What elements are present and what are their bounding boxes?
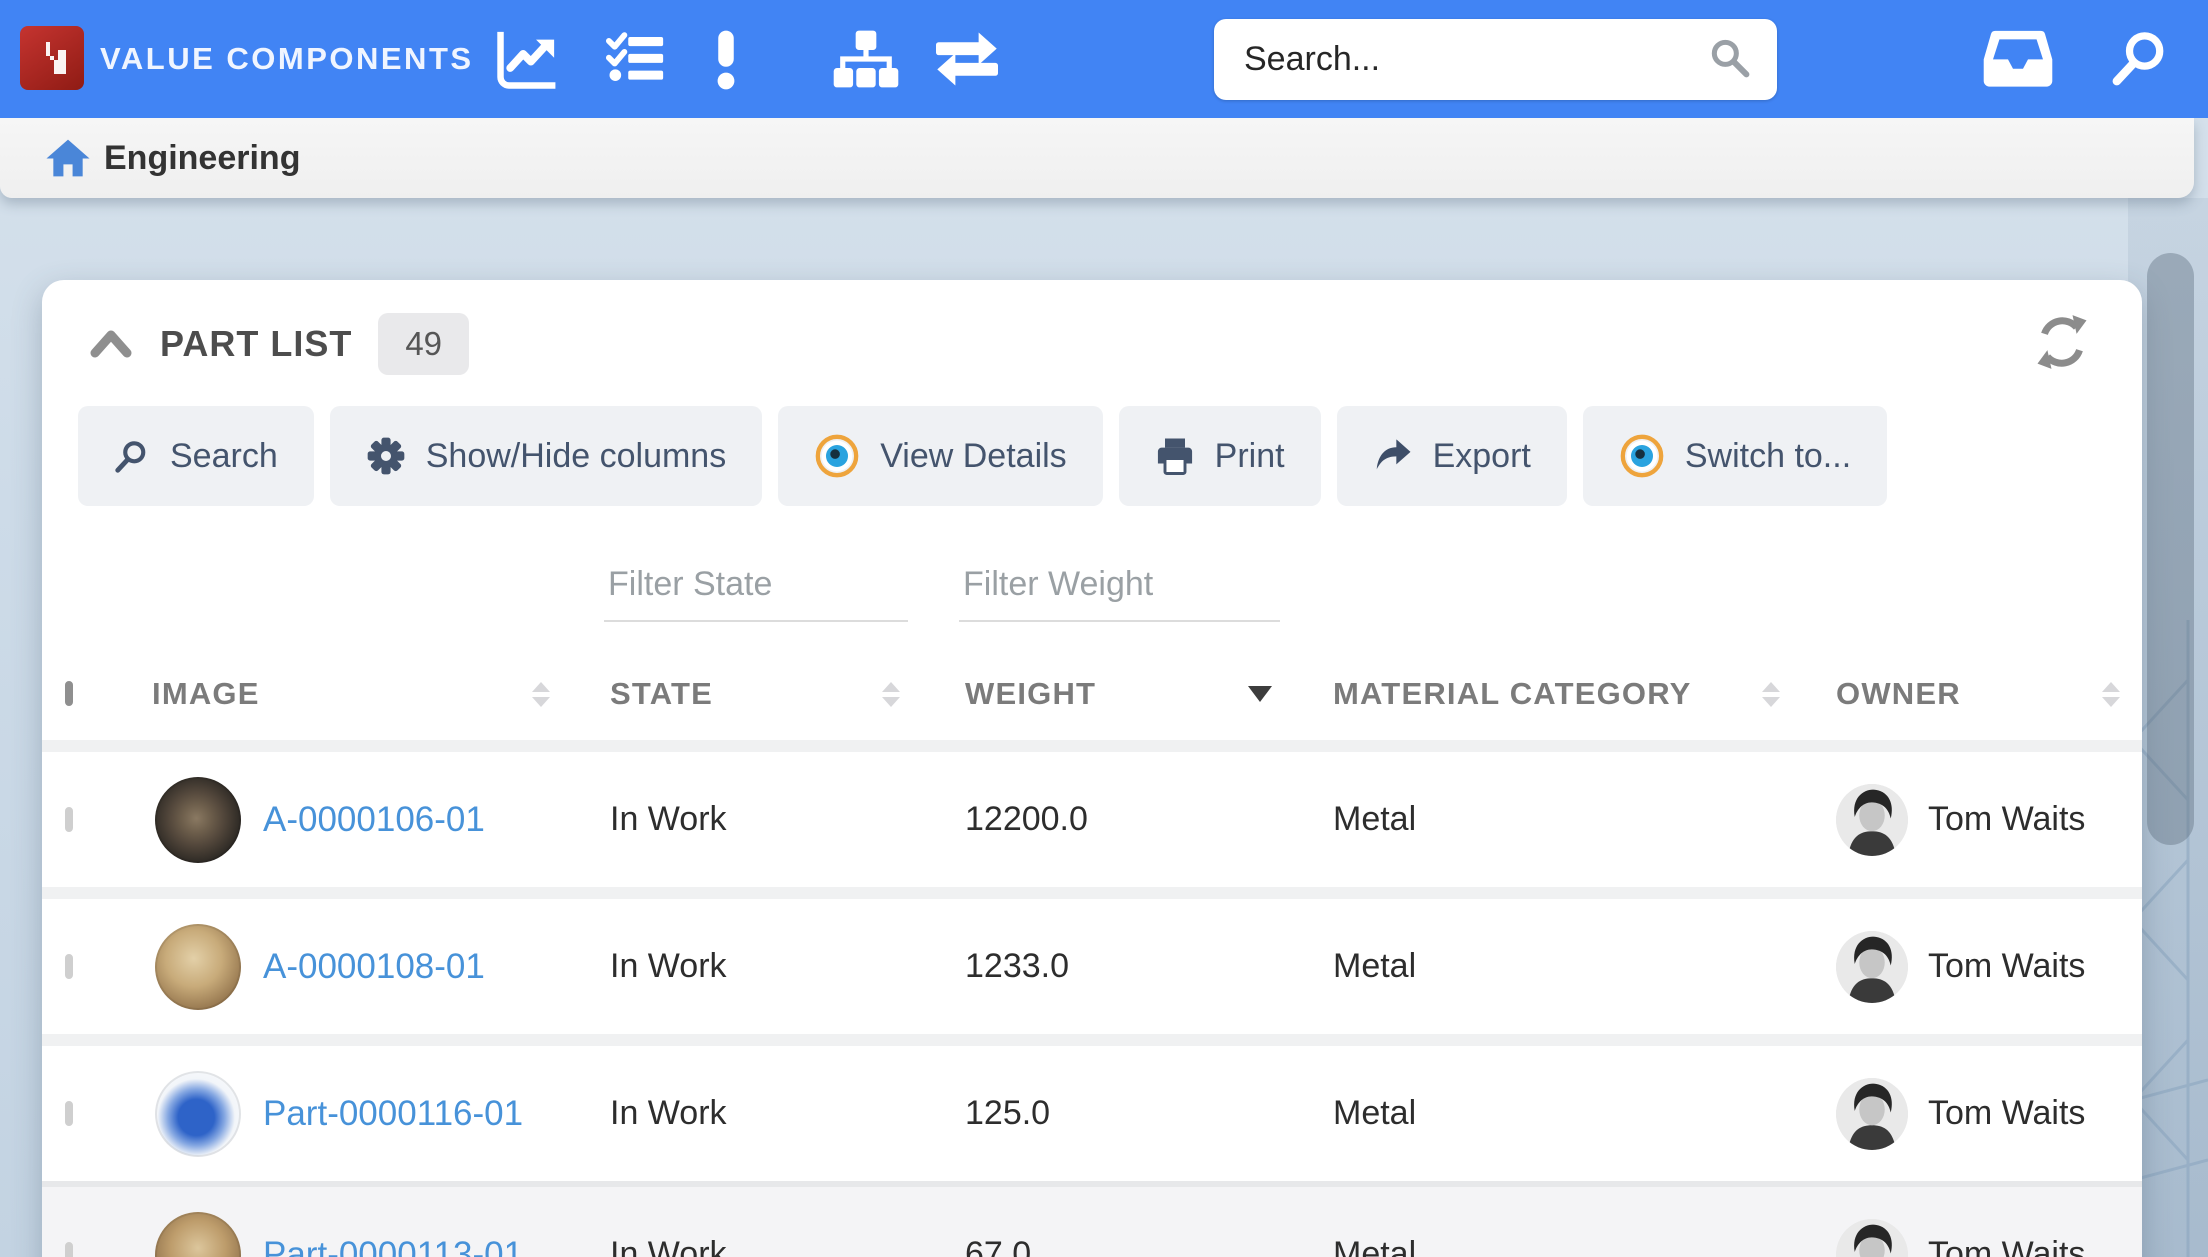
column-header-material-category: MATERIAL CATEGORY: [1333, 676, 1692, 712]
button-label: View Details: [880, 437, 1066, 476]
row-checkbox[interactable]: [65, 1101, 73, 1126]
state-cell: In Work: [572, 1094, 922, 1133]
button-label: Print: [1215, 437, 1285, 476]
material-category-cell: Metal: [1302, 1235, 1802, 1257]
breadcrumb: Engineering: [0, 118, 2194, 198]
column-header-image: IMAGE: [152, 676, 260, 712]
owner-name: Tom Waits: [1928, 1235, 2085, 1257]
weight-cell: 1233.0: [922, 947, 1302, 986]
breadcrumb-location[interactable]: Engineering: [104, 139, 300, 178]
eye-icon: [814, 433, 860, 479]
search-icon: [114, 438, 150, 474]
show-hide-columns-button[interactable]: Show/Hide columns: [330, 406, 762, 506]
part-number-link[interactable]: A-0000108-01: [263, 947, 485, 987]
owner-avatar: [1836, 931, 1908, 1003]
material-category-cell: Metal: [1302, 947, 1802, 986]
part-thumbnail[interactable]: [155, 777, 241, 863]
state-cell: In Work: [572, 800, 922, 839]
select-all-checkbox[interactable]: [65, 681, 73, 706]
material-category-cell: Metal: [1302, 800, 1802, 839]
owner-avatar: [1836, 1219, 1908, 1257]
row-checkbox[interactable]: [65, 807, 73, 832]
owner-avatar: [1836, 784, 1908, 856]
part-number-link[interactable]: Part-0000116-01: [263, 1094, 523, 1134]
table-row: Part-0000116-01 In Work 125.0 Metal Tom …: [42, 1046, 2142, 1181]
column-header-owner: OWNER: [1836, 676, 1961, 712]
weight-cell: 12200.0: [922, 800, 1302, 839]
state-cell: In Work: [572, 947, 922, 986]
weight-cell: 67.0: [922, 1235, 1302, 1257]
sort-toggle-icon[interactable]: [1762, 682, 1780, 707]
table-row: Part-0000113-01 In Work 67.0 Metal Tom W…: [42, 1187, 2142, 1257]
part-thumbnail[interactable]: [155, 924, 241, 1010]
owner-avatar: [1836, 1078, 1908, 1150]
inbox-icon[interactable]: [1983, 28, 2053, 93]
part-thumbnail[interactable]: [155, 1071, 241, 1157]
eye-icon: [1619, 433, 1665, 479]
table-toolbar: Search Show/Hide columns: [78, 406, 2106, 506]
table-row: A-0000106-01 In Work 12200.0 Metal Tom W…: [42, 752, 2142, 887]
material-category-cell: Metal: [1302, 1094, 1802, 1133]
button-label: Search: [170, 437, 278, 476]
row-divider: [42, 1034, 2142, 1046]
page-scrollbar-thumb[interactable]: [2147, 253, 2194, 845]
chevron-up-icon[interactable]: [88, 324, 134, 364]
part-number-link[interactable]: A-0000106-01: [263, 800, 485, 840]
owner-name: Tom Waits: [1928, 947, 2085, 986]
refresh-icon[interactable]: [2034, 314, 2090, 375]
printer-icon: [1155, 436, 1195, 476]
panel-title: PART LIST: [160, 323, 352, 365]
column-header-state: STATE: [610, 676, 713, 712]
column-header-weight: WEIGHT: [965, 676, 1096, 712]
filter-weight-input[interactable]: [959, 565, 1280, 622]
global-search-input[interactable]: [1214, 40, 1707, 79]
app-window: VALUE COMPONENTS: [0, 0, 2208, 1257]
filter-row: [42, 506, 2142, 648]
search-icon[interactable]: [1707, 35, 1751, 84]
button-label: Switch to...: [1685, 437, 1851, 476]
switch-to-button[interactable]: Switch to...: [1583, 406, 1887, 506]
search-button[interactable]: Search: [78, 406, 314, 506]
table-row: A-0000108-01 In Work 1233.0 Metal Tom Wa…: [42, 899, 2142, 1034]
row-checkbox[interactable]: [65, 954, 73, 979]
gear-icon: [366, 436, 406, 476]
value-components-logo-icon[interactable]: [20, 26, 84, 90]
exclamation-icon[interactable]: [705, 0, 747, 118]
panel-header: PART LIST 49: [42, 280, 2142, 398]
sort-toggle-icon[interactable]: [882, 682, 900, 707]
print-button[interactable]: Print: [1119, 406, 1321, 506]
top-navigation-bar: VALUE COMPONENTS: [0, 0, 2208, 118]
filter-state-input[interactable]: [604, 565, 908, 622]
button-label: Export: [1433, 437, 1531, 476]
owner-name: Tom Waits: [1928, 1094, 2085, 1133]
brand-title[interactable]: VALUE COMPONENTS: [100, 0, 474, 118]
chart-line-icon[interactable]: [496, 0, 558, 118]
row-divider: [42, 887, 2142, 899]
sitemap-icon[interactable]: [828, 0, 904, 118]
part-list-panel: PART LIST 49 Search: [42, 280, 2142, 1257]
export-arrow-icon: [1373, 436, 1413, 476]
weight-cell: 125.0: [922, 1094, 1302, 1133]
global-search-box: [1214, 19, 1777, 100]
button-label: Show/Hide columns: [426, 437, 726, 476]
sort-toggle-icon[interactable]: [532, 682, 550, 707]
part-number-link[interactable]: Part-0000113-01: [263, 1235, 523, 1257]
item-count-badge: 49: [378, 313, 469, 375]
exchange-arrows-icon[interactable]: [933, 0, 1001, 118]
owner-name: Tom Waits: [1928, 800, 2085, 839]
state-cell: In Work: [572, 1235, 922, 1257]
sort-descending-icon[interactable]: [1248, 686, 1272, 702]
part-thumbnail[interactable]: [155, 1212, 241, 1257]
table-header-row: IMAGE STATE WEIGHT MATERIAL CATEGORY OWN…: [42, 648, 2142, 740]
search-icon[interactable]: [2112, 28, 2170, 91]
view-details-button[interactable]: View Details: [778, 406, 1102, 506]
row-checkbox[interactable]: [65, 1242, 73, 1257]
sort-toggle-icon[interactable]: [2102, 682, 2120, 707]
tasks-checklist-icon[interactable]: [605, 0, 667, 118]
home-icon[interactable]: [46, 138, 90, 178]
row-divider: [42, 740, 2142, 752]
export-button[interactable]: Export: [1337, 406, 1567, 506]
